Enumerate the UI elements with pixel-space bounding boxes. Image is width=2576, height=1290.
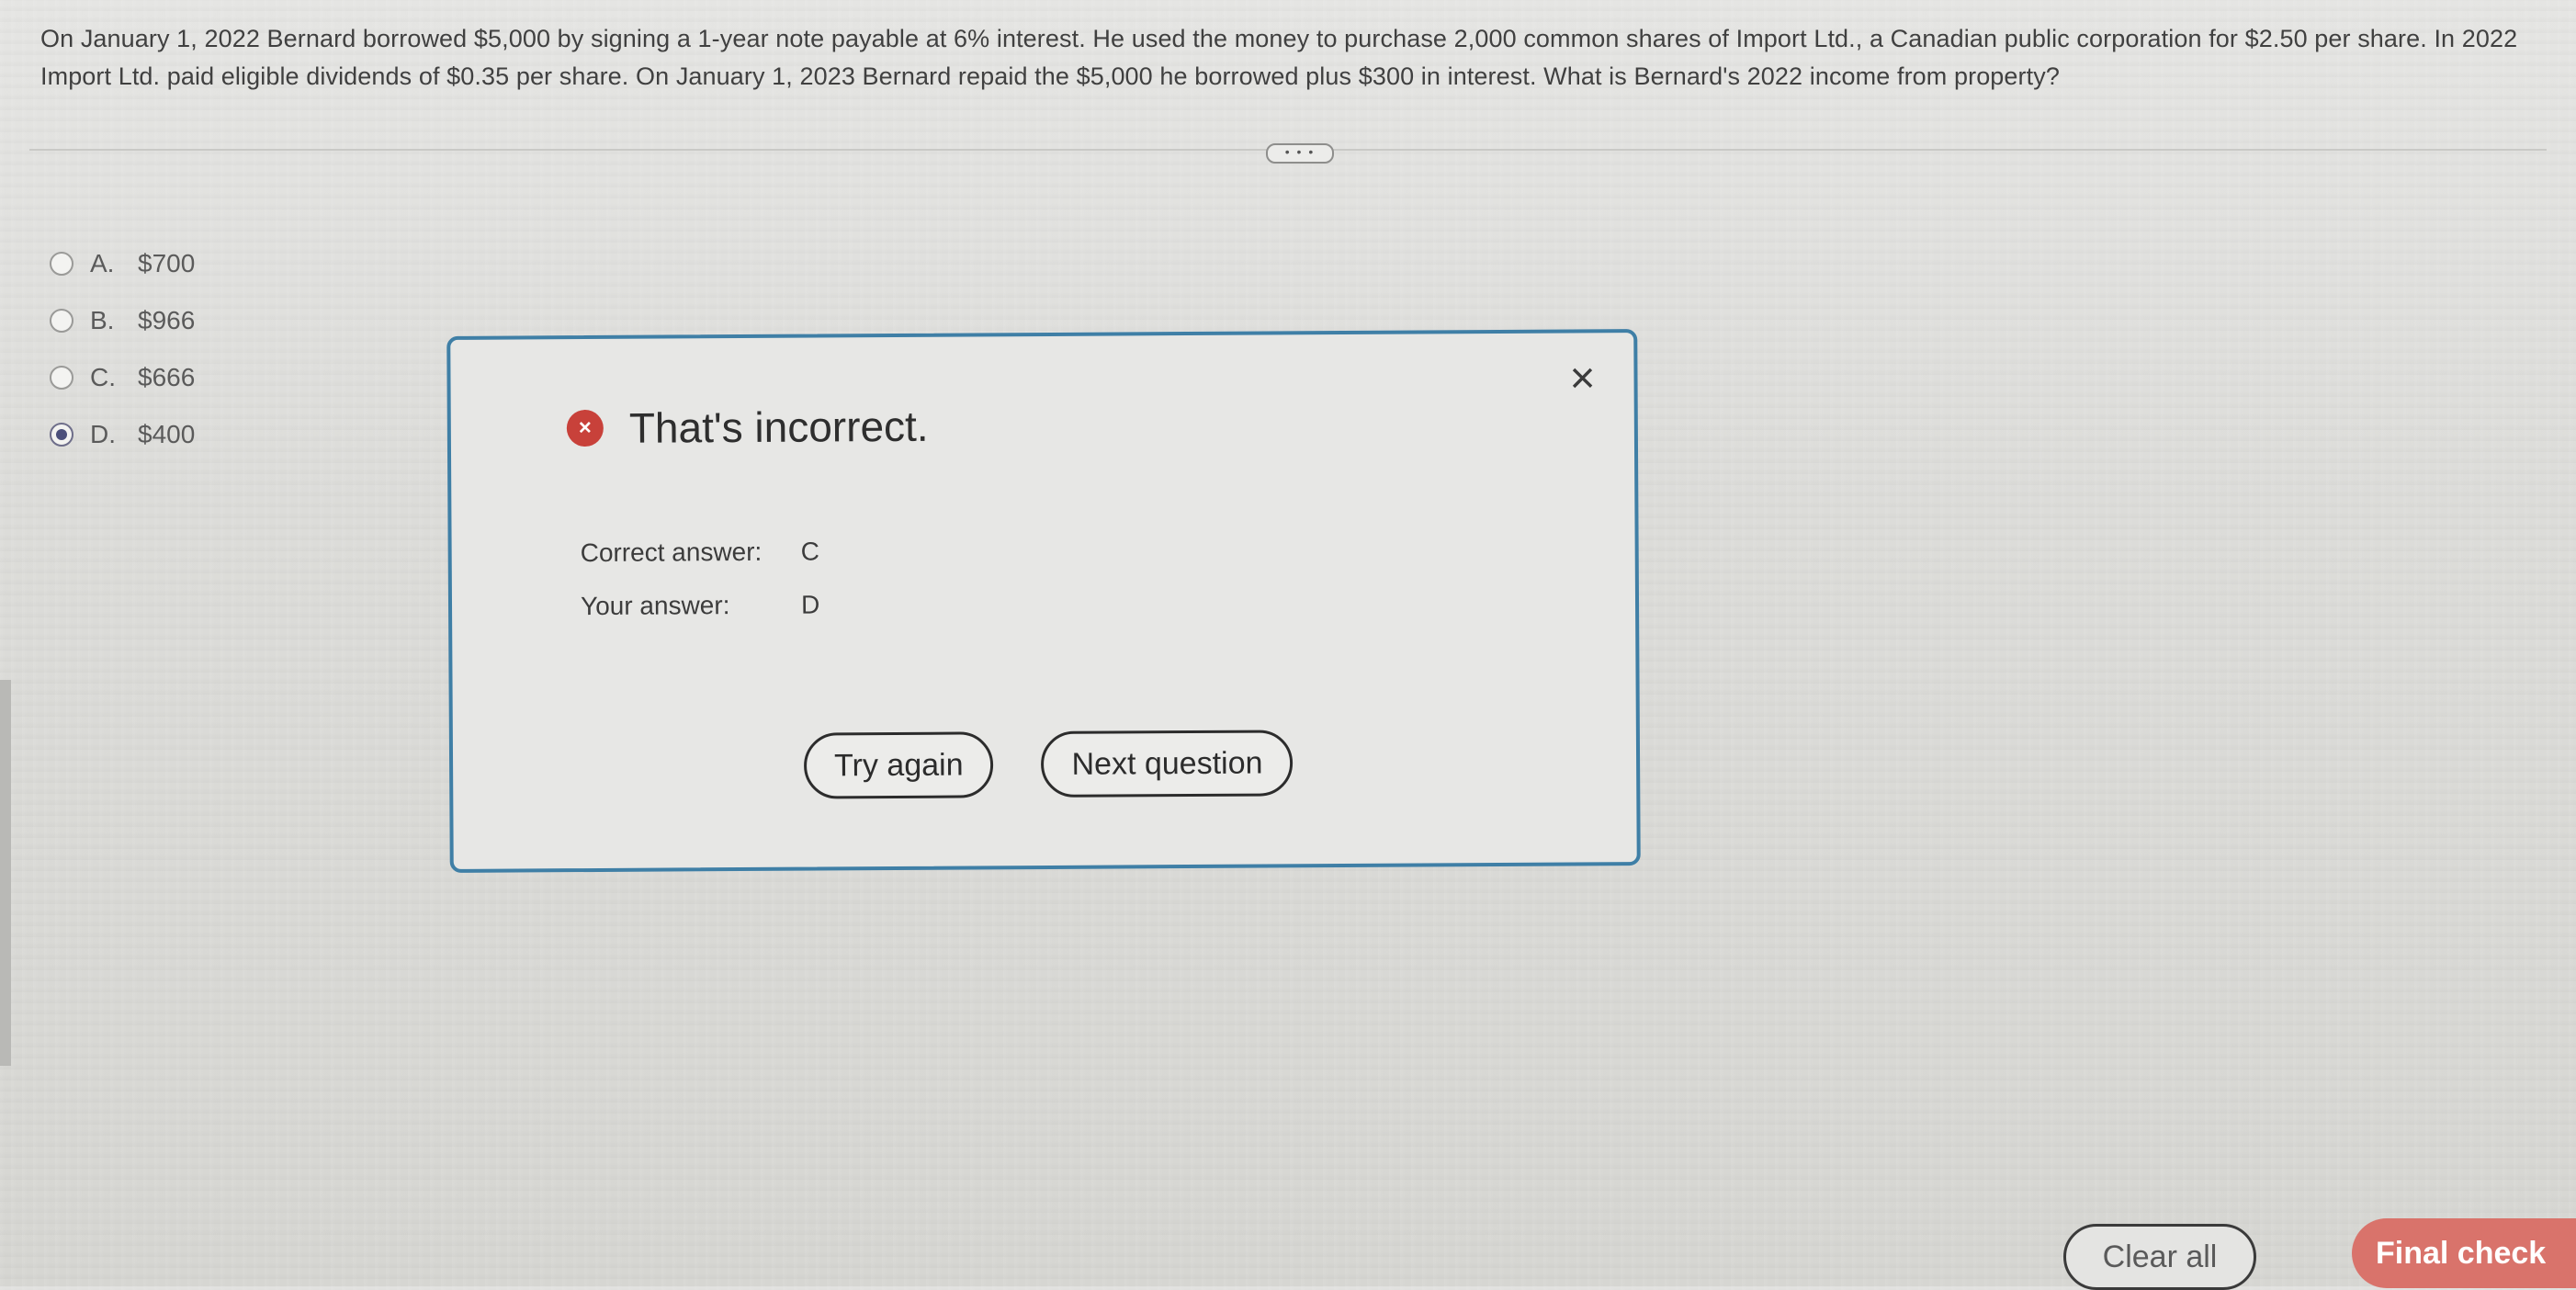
expand-more-button[interactable]: • • •	[1266, 143, 1334, 164]
correct-answer-label: Correct answer:	[580, 537, 763, 568]
final-check-button[interactable]: Final check	[2352, 1218, 2576, 1288]
option-letter: B.	[90, 306, 115, 334]
option-letter: D.	[90, 420, 116, 448]
option-a[interactable]: A. $700	[50, 235, 195, 292]
your-answer-row: Your answer: D	[581, 578, 820, 633]
feedback-actions: Try again Next question	[803, 730, 1294, 799]
correct-answer-row: Correct answer: C	[580, 525, 819, 580]
option-d[interactable]: D. $400	[50, 406, 195, 463]
radio-option-b[interactable]	[50, 309, 73, 333]
option-value: $966	[138, 306, 196, 334]
error-icon: ×	[566, 409, 604, 447]
option-letter: A.	[90, 249, 115, 277]
correct-answer-value: C	[800, 537, 819, 566]
radio-option-c[interactable]	[50, 366, 73, 390]
option-c[interactable]: C. $666	[50, 349, 195, 406]
option-letter: C.	[90, 363, 116, 391]
option-value: $700	[138, 249, 196, 277]
feedback-dialog: × × That's incorrect. Correct answer: C …	[446, 329, 1641, 873]
option-value: $400	[138, 420, 196, 448]
feedback-status: × That's incorrect.	[566, 402, 929, 453]
option-value: $666	[138, 363, 196, 391]
radio-option-d[interactable]	[50, 423, 73, 447]
radio-option-a[interactable]	[50, 252, 73, 276]
clear-all-button[interactable]: Clear all	[2063, 1224, 2256, 1290]
your-answer-value: D	[800, 590, 820, 619]
next-question-button[interactable]: Next question	[1041, 730, 1294, 798]
answer-options: A. $700 B. $966 C. $666 D. $400	[50, 235, 195, 463]
close-icon[interactable]: ×	[1564, 354, 1600, 402]
your-answer-label: Your answer:	[580, 591, 730, 621]
option-b[interactable]: B. $966	[50, 292, 195, 349]
left-edge-shadow	[0, 680, 11, 1066]
question-text: On January 1, 2022 Bernard borrowed $5,0…	[40, 25, 2518, 90]
feedback-status-text: That's incorrect.	[628, 402, 929, 452]
try-again-button[interactable]: Try again	[803, 731, 994, 799]
answer-summary: Correct answer: C Your answer: D	[580, 525, 820, 633]
